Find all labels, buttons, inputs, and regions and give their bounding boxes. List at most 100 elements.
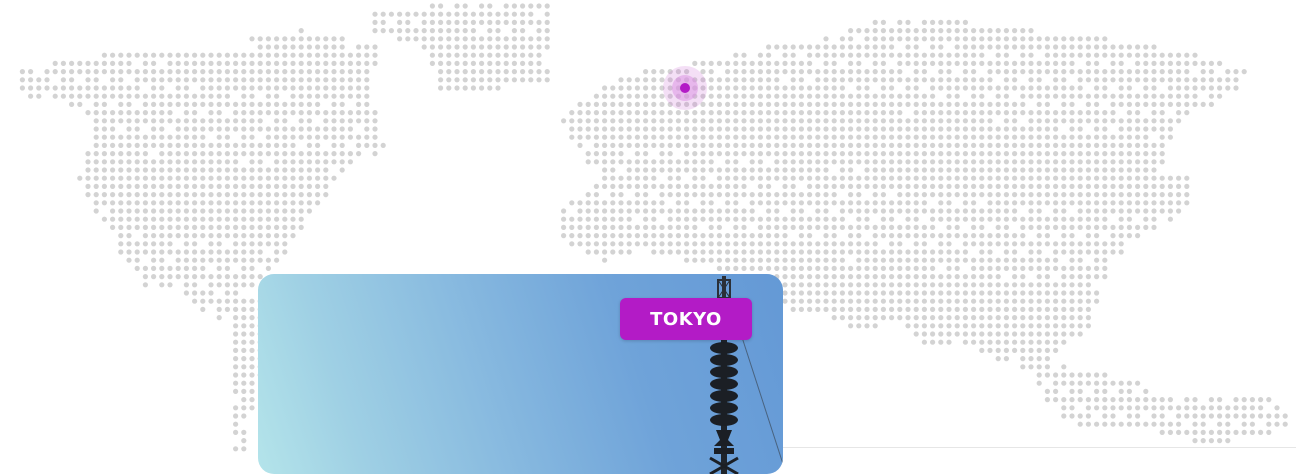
- map-dot: [1126, 405, 1132, 411]
- map-dot: [1118, 118, 1124, 124]
- map-dot: [265, 126, 271, 132]
- map-dot: [864, 290, 870, 296]
- map-dot: [1036, 44, 1042, 50]
- map-dot: [749, 167, 755, 173]
- map-dot: [979, 315, 985, 321]
- map-dot: [257, 224, 263, 230]
- map-dot: [28, 69, 34, 75]
- map-dot: [1151, 167, 1157, 173]
- map-dot: [585, 101, 591, 107]
- map-dot: [183, 241, 189, 247]
- map-dot: [1036, 85, 1042, 91]
- map-dot: [848, 167, 854, 173]
- map-dot: [282, 134, 288, 140]
- map-dot: [1135, 44, 1141, 50]
- map-dot: [1102, 413, 1108, 419]
- map-dot: [1126, 85, 1132, 91]
- map-dot: [1069, 101, 1075, 107]
- map-dot: [200, 183, 206, 189]
- map-dot: [921, 200, 928, 206]
- map-dot: [1036, 216, 1042, 222]
- map-dot: [306, 69, 312, 75]
- map-dot: [831, 118, 837, 124]
- map-dot: [749, 110, 755, 116]
- map-dot: [938, 159, 944, 165]
- map-dot: [1094, 167, 1100, 173]
- map-dot: [85, 69, 91, 75]
- map-dot: [864, 134, 870, 140]
- map-dot: [233, 233, 239, 239]
- map-dot: [839, 118, 846, 124]
- map-dot: [987, 151, 993, 157]
- map-dot: [241, 208, 247, 214]
- map-dot: [265, 167, 271, 173]
- map-dot: [1020, 224, 1026, 230]
- map-dot: [1126, 167, 1132, 173]
- map-dot: [1077, 331, 1083, 337]
- map-dot: [757, 257, 764, 263]
- map-dot: [618, 216, 624, 222]
- map-dot: [1118, 60, 1124, 66]
- map-dot: [782, 224, 788, 230]
- map-dot: [487, 60, 493, 66]
- map-dot: [224, 69, 230, 75]
- map-dot: [930, 159, 936, 165]
- map-dot: [1110, 200, 1116, 206]
- map-dot: [28, 85, 34, 91]
- map-dot: [848, 77, 854, 83]
- map-dot: [126, 142, 132, 148]
- map-dot: [298, 60, 304, 66]
- map-dot: [987, 274, 993, 280]
- map-dot: [233, 339, 239, 345]
- map-dot: [233, 69, 239, 75]
- map-dot: [528, 19, 534, 25]
- map-dot: [733, 241, 739, 247]
- map-dot: [823, 101, 829, 107]
- map-dot: [979, 208, 985, 214]
- map-dot: [979, 339, 985, 345]
- map-dot: [233, 405, 239, 411]
- map-dot: [315, 167, 321, 173]
- map-dot: [856, 265, 862, 271]
- map-dot: [1003, 249, 1010, 255]
- map-dot: [405, 11, 411, 17]
- map-dot: [1061, 208, 1067, 214]
- map-dot: [897, 224, 903, 230]
- map-dot: [921, 151, 928, 157]
- map-dot: [995, 339, 1001, 345]
- map-dot: [823, 44, 829, 50]
- map-dot: [208, 224, 214, 230]
- map-dot: [585, 208, 591, 214]
- map-dot: [618, 208, 624, 214]
- map-dot: [438, 85, 444, 91]
- map-dot: [183, 118, 189, 124]
- map-dot: [1085, 290, 1091, 296]
- map-dot: [167, 208, 173, 214]
- map-dot: [971, 159, 977, 165]
- map-dot: [815, 274, 821, 280]
- map-dot: [921, 339, 928, 345]
- city-photo-card[interactable]: TOKYO: [258, 274, 783, 474]
- map-dot: [60, 77, 66, 83]
- map-dot: [265, 134, 271, 140]
- map-dot: [315, 183, 321, 189]
- map-dot: [864, 151, 870, 157]
- map-dot: [569, 134, 575, 140]
- map-dot: [774, 93, 780, 99]
- map-dot: [167, 77, 173, 83]
- map-dot: [1176, 110, 1182, 116]
- map-dot: [823, 85, 829, 91]
- map-dot: [323, 77, 329, 83]
- map-dot: [766, 69, 772, 75]
- map-dot: [544, 44, 550, 50]
- map-dot: [1200, 77, 1206, 83]
- map-dot: [897, 192, 903, 198]
- map-dot: [1028, 28, 1034, 34]
- map-dot: [224, 200, 230, 206]
- map-dot: [602, 216, 608, 222]
- map-dot: [889, 44, 895, 50]
- map-dot: [1053, 388, 1059, 394]
- map-dot: [249, 183, 255, 189]
- map-dot: [1028, 241, 1034, 247]
- map-dot: [807, 44, 813, 50]
